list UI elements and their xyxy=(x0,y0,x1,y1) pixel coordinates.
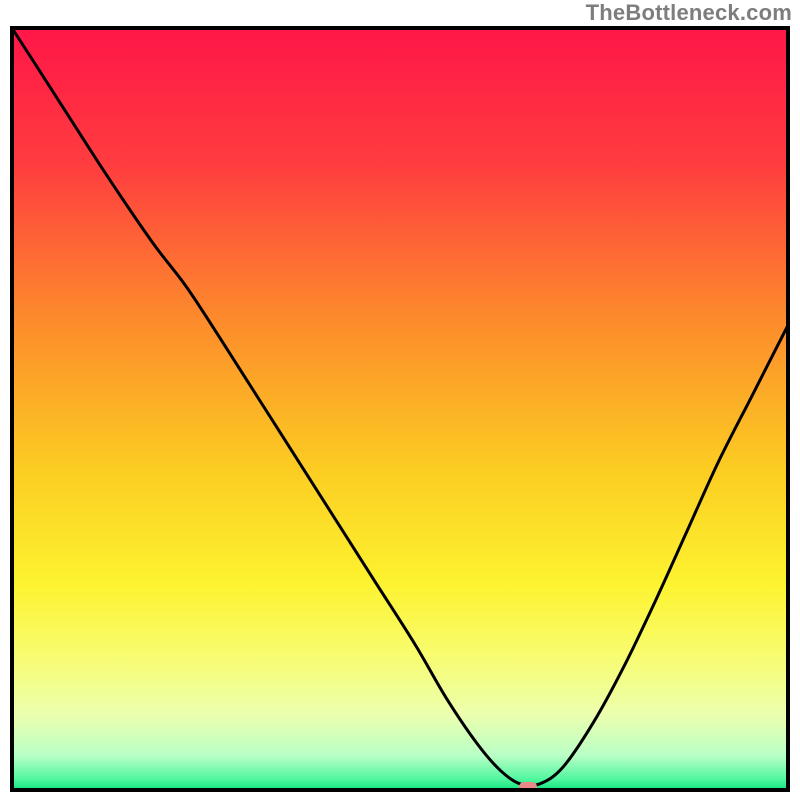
watermark-text: TheBottleneck.com xyxy=(586,0,792,26)
bottleneck-chart xyxy=(0,0,800,800)
chart-container: TheBottleneck.com xyxy=(0,0,800,800)
gradient-background xyxy=(12,28,788,790)
